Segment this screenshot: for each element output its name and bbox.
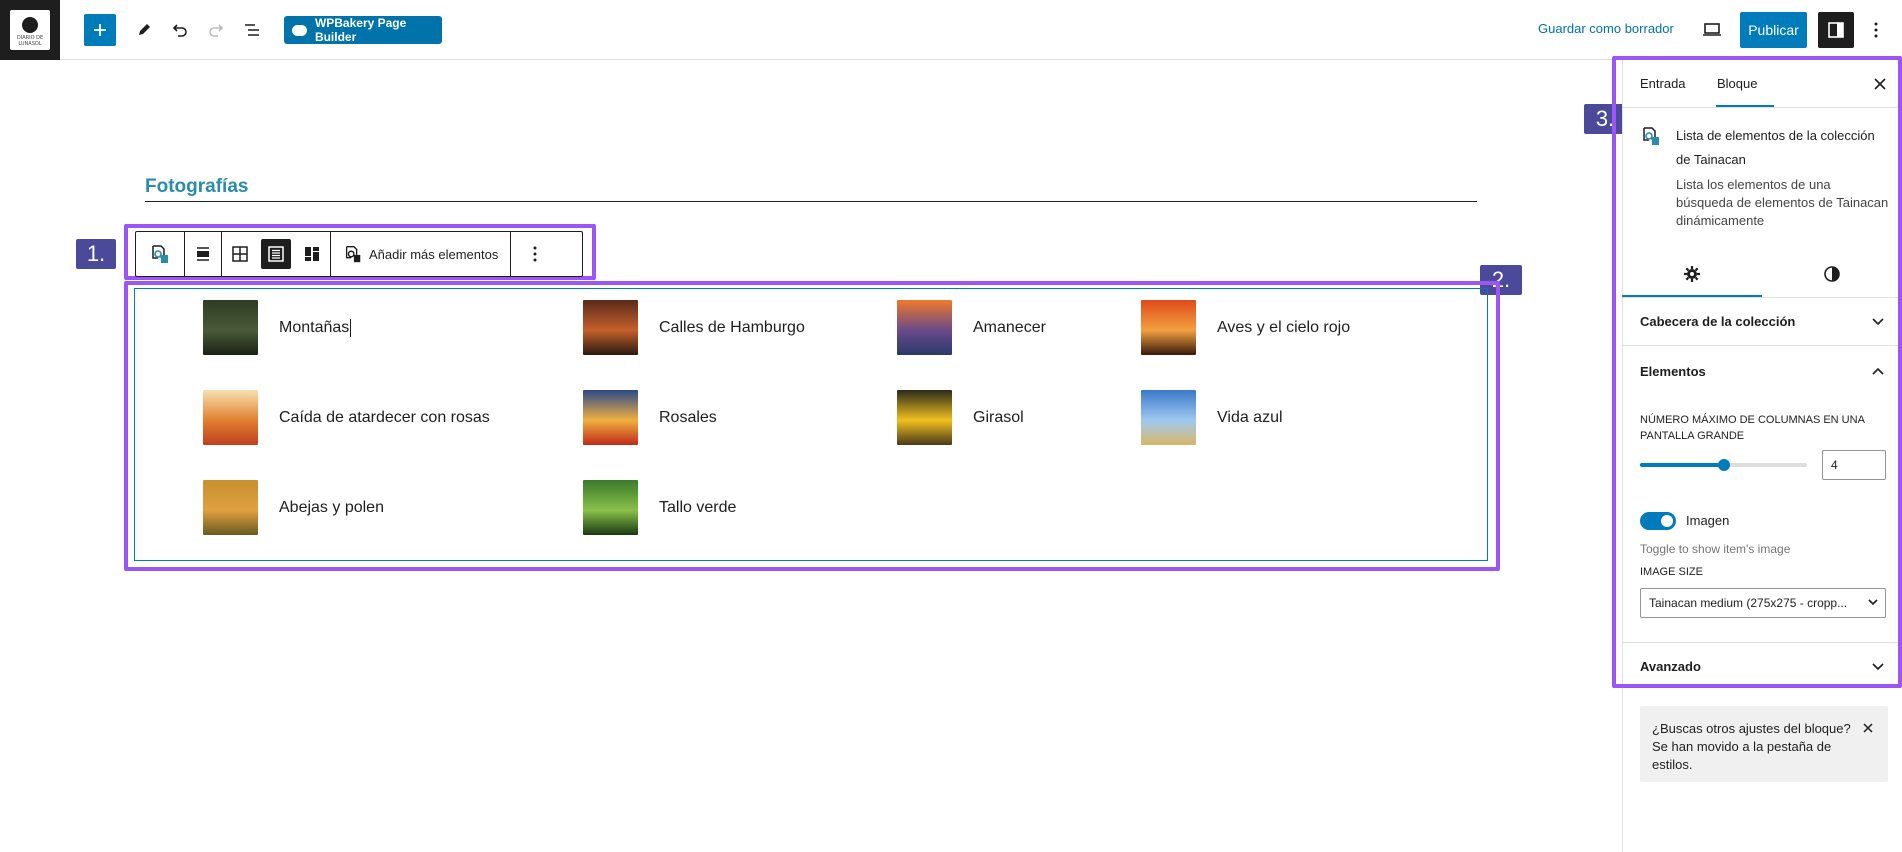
redo-button[interactable] bbox=[200, 14, 232, 46]
grid-layout-button[interactable] bbox=[222, 232, 258, 276]
dismiss-notice-button[interactable] bbox=[1860, 720, 1876, 736]
item-title: Caída de atardecer con rosas bbox=[279, 408, 490, 426]
desktop-icon bbox=[1703, 23, 1721, 36]
grid-icon bbox=[232, 246, 248, 262]
list-item[interactable]: Amanecer bbox=[897, 300, 1046, 355]
list-item[interactable]: Vida azul bbox=[1141, 390, 1283, 445]
masonry-icon bbox=[305, 247, 319, 261]
list-item[interactable]: Caída de atardecer con rosas bbox=[203, 390, 490, 445]
block-toolbar: Añadir más elementos bbox=[135, 231, 583, 277]
list-item[interactable]: Abejas y polen bbox=[203, 480, 384, 535]
editor-top-bar: DIARIO DE LUNASOL WPBakery Page Builder … bbox=[0, 0, 1902, 60]
text-cursor bbox=[350, 318, 352, 337]
list-item[interactable]: Rosales bbox=[583, 390, 717, 445]
add-more-items-button[interactable]: Añadir más elementos bbox=[331, 232, 510, 276]
item-title: Girasol bbox=[973, 408, 1024, 426]
site-logo-text: DIARIO DE LUNASOL bbox=[16, 35, 44, 47]
sidebar-highlight-frame bbox=[1612, 56, 1902, 688]
item-title: Montañas bbox=[279, 318, 350, 336]
plus-icon bbox=[94, 24, 106, 36]
list-item[interactable]: Tallo verde bbox=[583, 480, 736, 535]
tools-button[interactable] bbox=[128, 14, 160, 46]
item-thumbnail bbox=[583, 390, 638, 445]
item-thumbnail bbox=[1141, 390, 1196, 445]
add-more-items-label: Añadir más elementos bbox=[369, 246, 499, 262]
add-block-button[interactable] bbox=[84, 14, 116, 46]
masonry-layout-button[interactable] bbox=[294, 232, 330, 276]
item-thumbnail bbox=[1141, 300, 1196, 355]
document-overview-button[interactable] bbox=[236, 14, 268, 46]
item-thumbnail bbox=[203, 480, 258, 535]
more-vertical-icon bbox=[1874, 22, 1878, 38]
item-title: Vida azul bbox=[1217, 408, 1283, 426]
cloud-icon bbox=[292, 24, 307, 36]
item-thumbnail bbox=[203, 300, 258, 355]
item-title: Tallo verde bbox=[659, 498, 737, 516]
undo-button[interactable] bbox=[164, 14, 196, 46]
styles-moved-notice: ¿Buscas otros ajustes del bloque? Se han… bbox=[1640, 706, 1888, 782]
close-icon bbox=[1863, 723, 1873, 733]
notice-text: ¿Buscas otros ajustes del bloque? Se han… bbox=[1652, 721, 1851, 772]
block-options-button[interactable] bbox=[511, 232, 559, 276]
tainacan-add-icon bbox=[345, 246, 361, 263]
redo-icon bbox=[209, 24, 224, 37]
item-thumbnail bbox=[897, 300, 952, 355]
item-title: Aves y el cielo rojo bbox=[1217, 318, 1351, 336]
tainacan-items-icon bbox=[152, 245, 168, 263]
wpbakery-label: WPBakery Page Builder bbox=[314, 16, 407, 44]
item-thumbnail bbox=[583, 300, 638, 355]
settings-toggle-button[interactable] bbox=[1818, 12, 1854, 48]
list-item[interactable]: Aves y el cielo rojo bbox=[1141, 300, 1350, 355]
items-list-block[interactable]: Montañas Calles de Hamburgo Amanecer Aves y… bbox=[134, 288, 1488, 561]
page-heading[interactable]: Fotografías bbox=[145, 176, 248, 198]
options-button[interactable] bbox=[1864, 14, 1888, 46]
block-type-button[interactable] bbox=[136, 232, 184, 276]
item-title: Rosales bbox=[659, 408, 717, 426]
list-item[interactable]: Girasol bbox=[897, 390, 1024, 445]
site-logo-image: DIARIO DE LUNASOL bbox=[10, 10, 50, 50]
site-logo[interactable]: DIARIO DE LUNASOL bbox=[0, 0, 60, 60]
list-layout-button[interactable] bbox=[258, 232, 294, 276]
more-vertical-icon bbox=[533, 246, 537, 262]
callout-1: 1. bbox=[76, 239, 116, 269]
save-draft-link[interactable]: Guardar como borrador bbox=[1538, 21, 1674, 36]
item-thumbnail bbox=[897, 390, 952, 445]
heading-underline bbox=[145, 201, 1477, 202]
list-view-icon bbox=[245, 24, 259, 36]
list-item[interactable]: Calles de Hamburgo bbox=[583, 300, 805, 355]
item-title: Abejas y polen bbox=[279, 498, 384, 516]
item-title: Amanecer bbox=[973, 318, 1046, 336]
item-title: Calles de Hamburgo bbox=[659, 318, 805, 336]
item-thumbnail bbox=[583, 480, 638, 535]
sidebar-icon bbox=[1828, 22, 1844, 38]
publish-button[interactable]: Publicar bbox=[1740, 12, 1807, 48]
list-item[interactable]: Montañas bbox=[203, 300, 352, 355]
wpbakery-button[interactable]: WPBakery Page Builder bbox=[284, 16, 442, 44]
list-icon bbox=[268, 246, 284, 262]
preview-button[interactable] bbox=[1698, 16, 1726, 44]
undo-icon bbox=[172, 24, 187, 37]
item-thumbnail bbox=[203, 390, 258, 445]
align-button[interactable] bbox=[185, 232, 221, 276]
pencil-icon bbox=[139, 24, 150, 35]
align-wide-icon bbox=[197, 247, 209, 261]
